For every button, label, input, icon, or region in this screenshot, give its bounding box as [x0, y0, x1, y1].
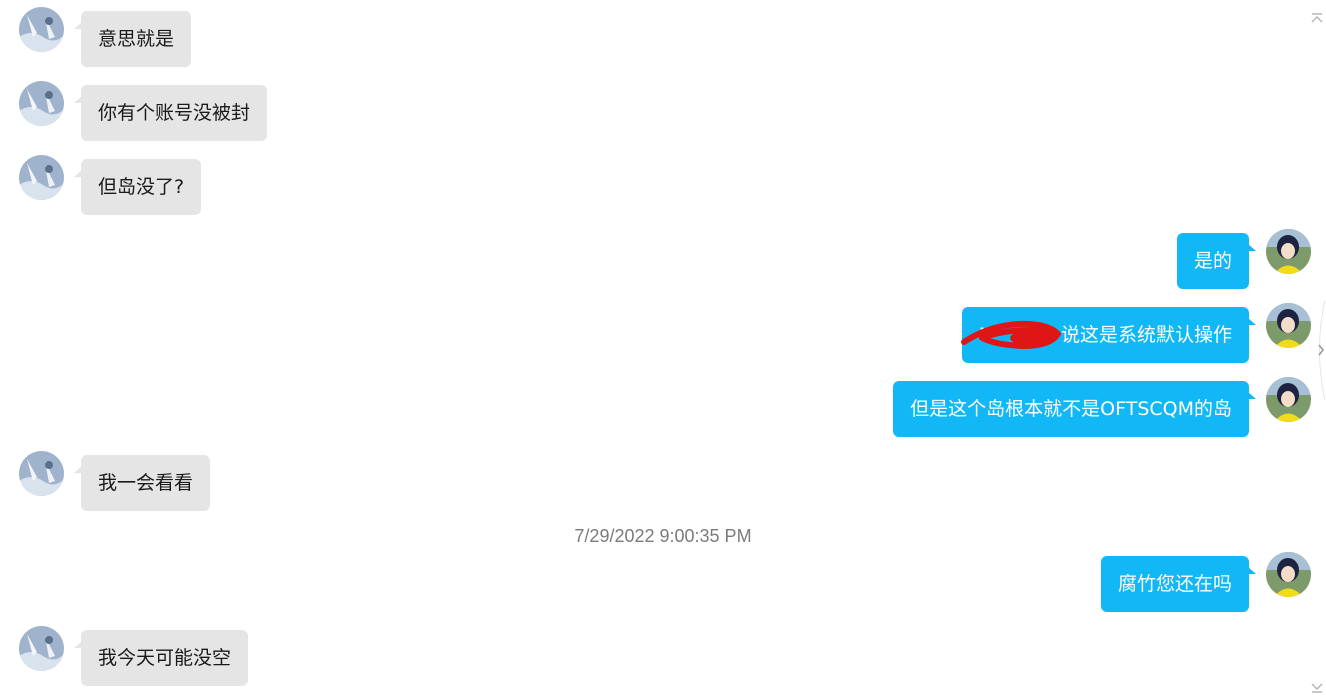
message-text: 我今天可能没空	[98, 647, 232, 669]
chat-message-list[interactable]: 意思就是 你有个账号没被封 但岛没了? 是的 N 说这是系统默认操作 但是这个岛…	[0, 0, 1326, 697]
chevron-down-icon[interactable]	[1310, 680, 1324, 694]
message-bubble-outgoing[interactable]: 但是这个岛根本就不是OFTSCQM的岛	[893, 381, 1256, 437]
contact-avatar[interactable]	[19, 626, 64, 671]
contact-avatar[interactable]	[19, 7, 64, 52]
message-text: 是的	[1193, 250, 1232, 272]
message-bubble-incoming[interactable]: 意思就是	[73, 11, 192, 67]
chevron-up-icon[interactable]	[1310, 10, 1324, 24]
message-text: 但岛没了?	[98, 176, 185, 198]
contact-avatar[interactable]	[19, 81, 64, 126]
self-avatar[interactable]	[1266, 552, 1311, 597]
contact-avatar[interactable]	[19, 155, 64, 200]
contact-avatar[interactable]	[19, 451, 64, 496]
message-bubble-incoming[interactable]: 但岛没了?	[73, 159, 202, 215]
message-bubble-incoming[interactable]: 我一会看看	[73, 455, 211, 511]
message-bubble-incoming[interactable]: 我今天可能没空	[73, 630, 249, 686]
message-text: 意思就是	[98, 28, 175, 50]
message-text: 我一会看看	[98, 472, 194, 494]
message-text: 你有个账号没被封	[98, 102, 251, 124]
message-bubble-outgoing[interactable]: N 说这是系统默认操作	[961, 307, 1257, 363]
self-avatar[interactable]	[1266, 229, 1311, 274]
message-text: 腐竹您还在吗	[1117, 573, 1232, 595]
self-avatar[interactable]	[1266, 303, 1311, 348]
message-text: 但是这个岛根本就不是OFTSCQM的岛	[910, 398, 1232, 420]
message-bubble-incoming[interactable]: 你有个账号没被封	[73, 85, 268, 141]
self-avatar[interactable]	[1266, 377, 1311, 422]
side-panel-handle[interactable]	[1312, 299, 1326, 401]
message-bubble-outgoing[interactable]: 是的	[1176, 233, 1257, 289]
message-text-suffix: 说这是系统默认操作	[1060, 324, 1232, 346]
message-bubble-outgoing[interactable]: 腐竹您还在吗	[1100, 556, 1257, 612]
message-timestamp: 7/29/2022 9:00:35 PM	[574, 526, 752, 546]
message-text-prefix: N	[978, 324, 993, 346]
